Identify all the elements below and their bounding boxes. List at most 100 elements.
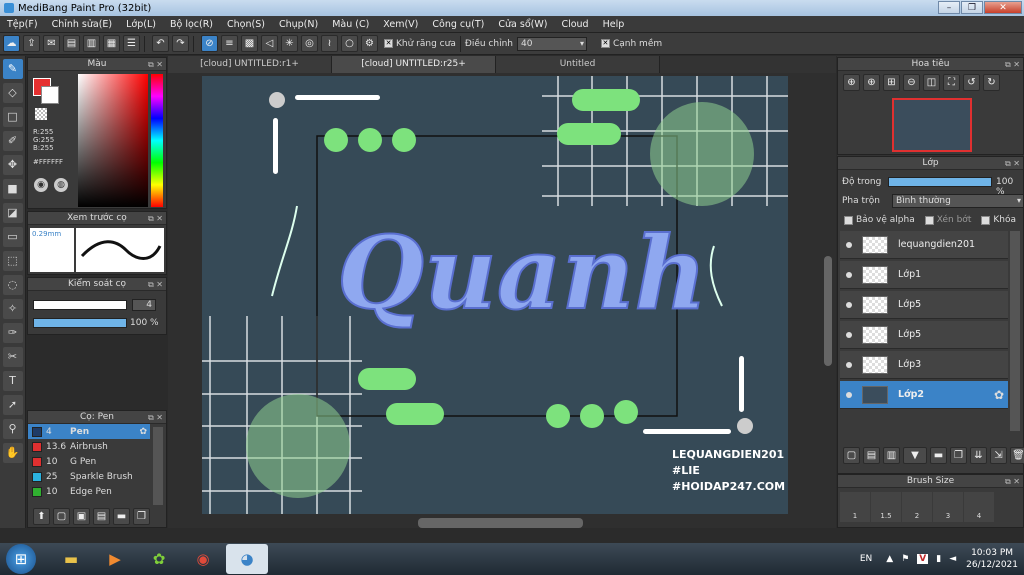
- explorer-icon[interactable]: ▬: [50, 544, 92, 574]
- brush-item-airbrush[interactable]: 13.6 Airbrush: [28, 439, 166, 454]
- layers-scrollbar[interactable]: [1010, 231, 1020, 431]
- brush-size-cell[interactable]: 4: [964, 492, 994, 522]
- snap-vanish-icon[interactable]: ◁: [261, 35, 278, 52]
- layer-item[interactable]: lequangdien201: [840, 231, 1008, 259]
- gradient-tool-icon[interactable]: ▭: [2, 227, 23, 247]
- maximize-button[interactable]: ❐: [961, 1, 983, 14]
- fill-rect-tool-icon[interactable]: ■: [2, 179, 23, 199]
- layer-item[interactable]: Lớp5: [840, 291, 1008, 319]
- brush-item-pen[interactable]: 4 Pen ✿: [28, 424, 150, 439]
- layer-opacity-slider[interactable]: [888, 177, 992, 187]
- medibang-taskbar-icon[interactable]: ◕: [226, 544, 268, 574]
- snap-off-icon[interactable]: ⊘: [201, 35, 218, 52]
- brush-opacity-slider[interactable]: [33, 318, 127, 328]
- share-icon[interactable]: ⇪: [23, 35, 40, 52]
- layer-item[interactable]: Lớp3: [840, 351, 1008, 379]
- menu-snap[interactable]: Chụp(N): [272, 19, 325, 30]
- eye-icon[interactable]: [846, 391, 852, 398]
- magic-wand-icon[interactable]: ✧: [2, 299, 23, 319]
- antialias-checkbox[interactable]: ✕: [384, 39, 393, 48]
- settings-icon[interactable]: ⚙: [361, 35, 378, 52]
- brush-settings-icon[interactable]: ✿: [139, 427, 147, 437]
- palette-icon[interactable]: ◉: [34, 178, 48, 192]
- language-indicator[interactable]: EN: [860, 554, 872, 564]
- grid-icon[interactable]: ▦: [103, 35, 120, 52]
- tab-document-1[interactable]: [cloud] UNTITLED:r1+: [168, 56, 332, 73]
- brush-size-cell[interactable]: 3: [933, 492, 963, 522]
- folder-icon[interactable]: ▬: [930, 447, 947, 464]
- color-hue-slider[interactable]: [151, 74, 163, 207]
- new-layer-icon[interactable]: ▢: [843, 447, 860, 464]
- tray-volume-icon[interactable]: ◄: [949, 554, 956, 564]
- zoom-in-alt-icon[interactable]: ⊕: [863, 74, 880, 91]
- duplicate-layer-icon[interactable]: ❐: [950, 447, 967, 464]
- navigator-thumbnail[interactable]: [892, 98, 972, 152]
- new-8bit-layer-icon[interactable]: ▥: [883, 447, 900, 464]
- new-halftone-layer-icon[interactable]: ▤: [863, 447, 880, 464]
- menu-layer[interactable]: Lớp(L): [119, 19, 163, 30]
- merge-layer-icon[interactable]: ⇊: [970, 447, 987, 464]
- brush-add-icon[interactable]: ⬆: [33, 508, 50, 525]
- tray-up-icon[interactable]: ▲: [886, 554, 893, 564]
- background-swatch[interactable]: [41, 86, 59, 104]
- rect-tool-icon[interactable]: □: [2, 107, 23, 127]
- actual-size-icon[interactable]: ◫: [923, 74, 940, 91]
- adjust-dropdown[interactable]: 40: [516, 36, 587, 51]
- menu-edit[interactable]: Chỉnh sửa(E): [45, 19, 120, 30]
- brush-item-sparkle[interactable]: 25 Sparkle Brush: [28, 469, 166, 484]
- zoom-out-icon[interactable]: ⊖: [903, 74, 920, 91]
- select-tool-icon[interactable]: ⬚: [2, 251, 23, 271]
- brush-size-cell[interactable]: 1.5: [871, 492, 901, 522]
- brush-size-cell[interactable]: 1: [840, 492, 870, 522]
- eye-icon[interactable]: [846, 271, 852, 278]
- clip-checkbox[interactable]: [924, 215, 934, 225]
- menu-color[interactable]: Màu (C): [325, 19, 376, 30]
- layer-item-selected[interactable]: Lớp2 ✿: [840, 381, 1008, 409]
- dot-tool-icon[interactable]: ✐: [2, 131, 23, 151]
- layer-options-icon[interactable]: ▼: [903, 447, 927, 464]
- delete-layer-icon[interactable]: 🗑: [1010, 447, 1024, 464]
- brush-duplicate-icon[interactable]: ❐: [133, 508, 150, 525]
- document-icon[interactable]: ▥: [83, 35, 100, 52]
- tray-flag-icon[interactable]: ⚑: [901, 554, 909, 564]
- tray-v-icon[interactable]: V: [917, 554, 929, 564]
- brush-size-value[interactable]: 4: [132, 299, 156, 311]
- snap-curve-icon[interactable]: ≀: [321, 35, 338, 52]
- color-sv-picker[interactable]: [78, 74, 148, 207]
- brush-copy-icon[interactable]: ▣: [73, 508, 90, 525]
- media-player-icon[interactable]: ▶: [94, 544, 136, 574]
- operation-tool-icon[interactable]: ➚: [2, 395, 23, 415]
- fit-icon[interactable]: ⊞: [883, 74, 900, 91]
- brush-new-icon[interactable]: ▢: [53, 508, 70, 525]
- soft-edge-checkbox[interactable]: ✕: [600, 39, 610, 48]
- tab-document-2[interactable]: [cloud] UNTITLED:r25+: [332, 56, 496, 73]
- brush-doc-icon[interactable]: ▤: [93, 508, 110, 525]
- eraser-tool-icon[interactable]: ◇: [2, 83, 23, 103]
- zoom-in-icon[interactable]: ⊕: [843, 74, 860, 91]
- brush-size-slider[interactable]: [33, 300, 127, 310]
- layer-item[interactable]: Lớp1: [840, 261, 1008, 289]
- eye-icon[interactable]: [846, 241, 852, 248]
- layer-move-icon[interactable]: ⇲: [990, 447, 1007, 464]
- start-button-icon[interactable]: ⊞: [6, 544, 36, 574]
- brush-item-edge[interactable]: 10 Edge Pen: [28, 484, 166, 499]
- rotate-right-icon[interactable]: ↻: [983, 74, 1000, 91]
- cloud-icon[interactable]: ☁: [3, 35, 20, 52]
- panel-popout-icon[interactable]: ⧉ ✕: [148, 58, 163, 71]
- dropper-tool-icon[interactable]: ⚲: [2, 419, 23, 439]
- menu-cloud[interactable]: Cloud: [554, 19, 595, 30]
- transparent-swatch[interactable]: [35, 108, 47, 120]
- menu-help[interactable]: Help: [596, 19, 632, 30]
- snap-cross-icon[interactable]: ▩: [241, 35, 258, 52]
- menu-select[interactable]: Chọn(S): [220, 19, 272, 30]
- layer-settings-icon[interactable]: ✿: [994, 388, 1004, 402]
- menu-file[interactable]: Tệp(F): [0, 19, 45, 30]
- list-icon[interactable]: ☰: [123, 35, 140, 52]
- menu-filter[interactable]: Bộ lọc(R): [163, 19, 220, 30]
- canvas-horizontal-scrollbar[interactable]: [418, 518, 583, 528]
- bucket-tool-icon[interactable]: ◪: [2, 203, 23, 223]
- lasso-tool-icon[interactable]: ◌: [2, 275, 23, 295]
- menu-window[interactable]: Cửa sổ(W): [491, 19, 554, 30]
- rotate-left-icon[interactable]: ↺: [963, 74, 980, 91]
- move-tool-icon[interactable]: ✥: [2, 155, 23, 175]
